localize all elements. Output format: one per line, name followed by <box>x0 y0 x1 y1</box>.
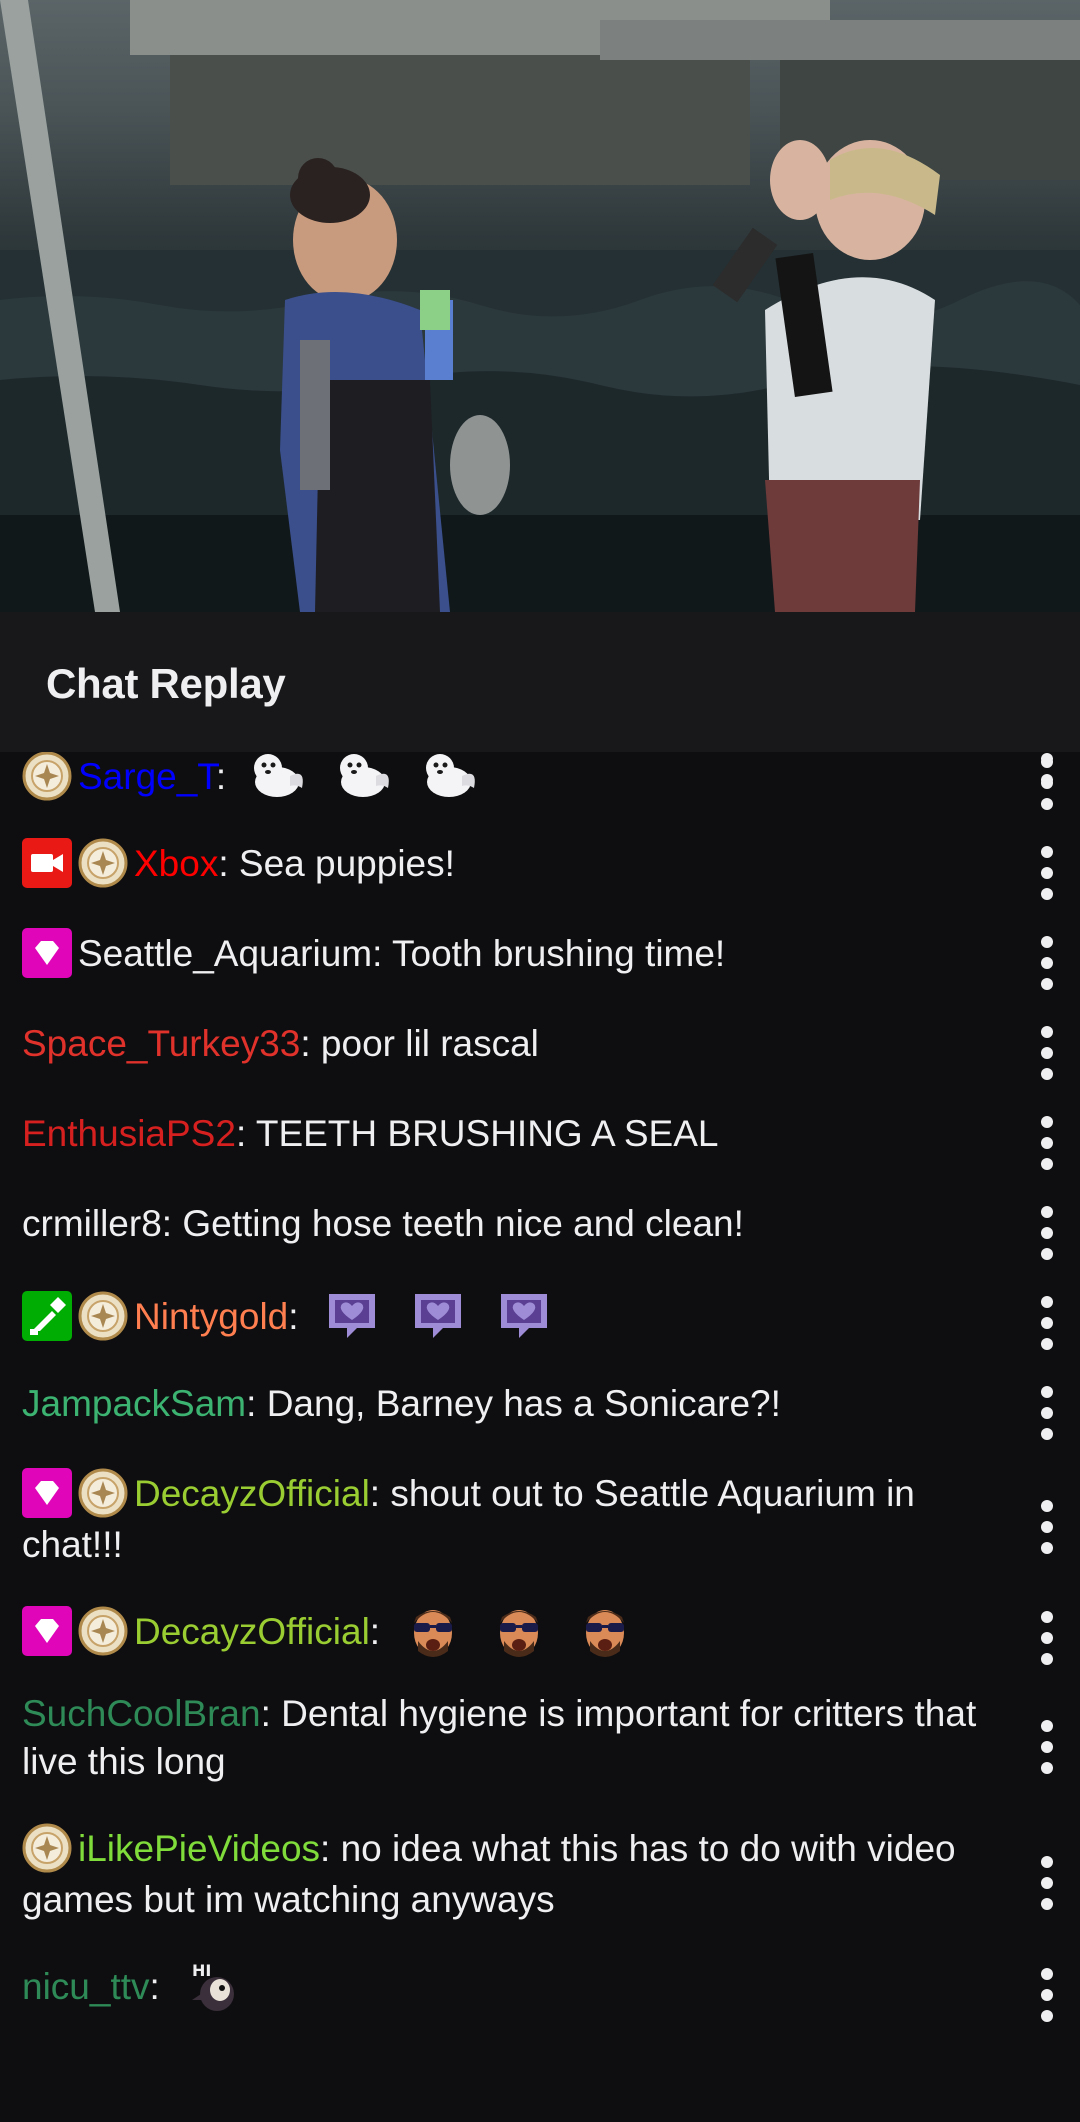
chat-separator: : <box>246 1383 267 1424</box>
sunglasses-face-emote[interactable] <box>490 1601 548 1659</box>
prime-gaming-badge[interactable] <box>22 1823 72 1873</box>
chat-username[interactable]: SuchCoolBran <box>22 1693 261 1734</box>
chat-username[interactable]: Xbox <box>134 843 218 884</box>
chat-separator: : <box>161 1203 183 1244</box>
message-more-options-icon[interactable] <box>1040 1296 1054 1350</box>
chat-message[interactable]: Xbox: Sea puppies! <box>22 838 1012 891</box>
message-more-options-icon[interactable] <box>1040 1386 1054 1440</box>
chat-message[interactable]: JampackSam: Dang, Barney has a Sonicare?… <box>22 1380 1012 1428</box>
chat-message-text: poor lil rascal <box>320 1023 539 1064</box>
message-more-options-icon[interactable] <box>1040 1856 1054 1910</box>
chat-separator: : <box>149 1965 171 2007</box>
partner-badge[interactable] <box>22 1606 72 1656</box>
sunglasses-face-emote[interactable] <box>576 1601 634 1659</box>
chat-username[interactable]: Space_Turkey33 <box>22 1023 300 1064</box>
partner-badge[interactable] <box>22 928 72 979</box>
message-more-options-icon[interactable] <box>1040 846 1054 900</box>
chat-separator: : <box>215 755 237 797</box>
message-more-options-icon[interactable] <box>1040 756 1054 810</box>
chat-message[interactable]: DecayzOfficial: shout out to Seattle Aqu… <box>22 1468 1012 1569</box>
broadcaster-badge[interactable] <box>22 838 72 889</box>
chat-message-list[interactable]: Nintygold: Hey that's me!Sarge_T: Xbox: … <box>0 700 1080 2122</box>
chat-separator: : <box>300 1023 321 1064</box>
svg-text:HI: HI <box>192 1961 211 1980</box>
chat-message-text: Dang, Barney has a Sonicare?! <box>266 1383 781 1424</box>
chat-username[interactable]: crmiller8 <box>22 1203 162 1244</box>
purple-heart-emote[interactable] <box>409 1286 467 1344</box>
message-more-options-icon[interactable] <box>1040 1026 1054 1080</box>
prime-gaming-badge[interactable] <box>78 1468 128 1518</box>
partner-badge[interactable] <box>22 1468 72 1519</box>
seal-emote[interactable] <box>250 746 308 804</box>
purple-heart-emote[interactable] <box>323 1286 381 1344</box>
chat-message[interactable]: Seattle_Aquarium: Tooth brushing time! <box>22 928 1012 981</box>
message-more-options-icon[interactable] <box>1040 936 1054 990</box>
hi-bird-emote[interactable]: HI <box>184 1956 242 2014</box>
chat-separator: : <box>235 1113 256 1154</box>
purple-heart-emote[interactable] <box>495 1286 553 1344</box>
chat-message[interactable]: crmiller8: Getting hose teeth nice and c… <box>22 1200 1012 1248</box>
chat-message[interactable]: iLikePieVideos: no idea what this has to… <box>22 1823 1012 1924</box>
video-player[interactable] <box>0 0 1080 612</box>
message-more-options-icon[interactable] <box>1040 1206 1054 1260</box>
message-more-options-icon[interactable] <box>1040 1720 1054 1774</box>
chat-separator: : <box>288 1295 309 1337</box>
chat-message-text: Tooth brushing time! <box>392 933 726 974</box>
message-more-options-icon[interactable] <box>1040 1611 1054 1665</box>
chat-message[interactable]: DecayzOfficial: <box>22 1605 1012 1663</box>
seal-emote[interactable] <box>422 746 480 804</box>
chat-message[interactable]: Nintygold: <box>22 1290 1012 1348</box>
chat-message-text: Sea puppies! <box>238 843 455 884</box>
chat-username[interactable]: Seattle_Aquarium <box>78 933 372 974</box>
chat-message-text: TEETH BRUSHING A SEAL <box>255 1113 719 1154</box>
chat-username[interactable]: EnthusiaPS2 <box>22 1113 236 1154</box>
chat-message-text: Getting hose teeth nice and clean! <box>182 1203 744 1244</box>
chat-separator: : <box>260 1693 282 1734</box>
chat-header: Chat Replay <box>0 612 1080 752</box>
chat-username[interactable]: Sarge_T <box>78 756 216 797</box>
message-more-options-icon[interactable] <box>1040 1968 1054 2022</box>
chat-separator: : <box>372 933 393 974</box>
chat-title: Chat Replay <box>46 660 286 707</box>
moderator-badge[interactable] <box>22 1291 72 1341</box>
message-more-options-icon[interactable] <box>1040 1116 1054 1170</box>
prime-gaming-badge[interactable] <box>78 1606 128 1656</box>
chat-message[interactable]: Space_Turkey33: poor lil rascal <box>22 1020 1012 1068</box>
chat-username[interactable]: iLikePieVideos <box>78 1828 320 1869</box>
chat-message[interactable]: Sarge_T: <box>22 750 1012 808</box>
chat-message[interactable]: nicu_ttv: HI <box>22 1960 1012 2018</box>
chat-username[interactable]: DecayzOfficial <box>134 1611 370 1652</box>
chat-separator: : <box>218 843 239 884</box>
prime-gaming-badge[interactable] <box>78 838 128 888</box>
chat-message[interactable]: EnthusiaPS2: TEETH BRUSHING A SEAL <box>22 1110 1012 1158</box>
prime-gaming-badge[interactable] <box>22 751 72 801</box>
prime-gaming-badge[interactable] <box>78 1291 128 1341</box>
chat-username[interactable]: Nintygold <box>134 1296 288 1337</box>
chat-username[interactable]: JampackSam <box>22 1383 246 1424</box>
chat-message[interactable]: SuchCoolBran: Dental hygiene is importan… <box>22 1690 1012 1786</box>
chat-username[interactable]: nicu_ttv <box>22 1966 150 2007</box>
chat-username[interactable]: DecayzOfficial <box>134 1473 370 1514</box>
video-frame-seal-show <box>0 0 1080 612</box>
sunglasses-face-emote[interactable] <box>404 1601 462 1659</box>
chat-separator: : <box>369 1473 391 1514</box>
seal-emote[interactable] <box>336 746 394 804</box>
chat-separator: : <box>320 1828 341 1869</box>
message-more-options-icon[interactable] <box>1040 1500 1054 1554</box>
chat-separator: : <box>369 1610 391 1652</box>
